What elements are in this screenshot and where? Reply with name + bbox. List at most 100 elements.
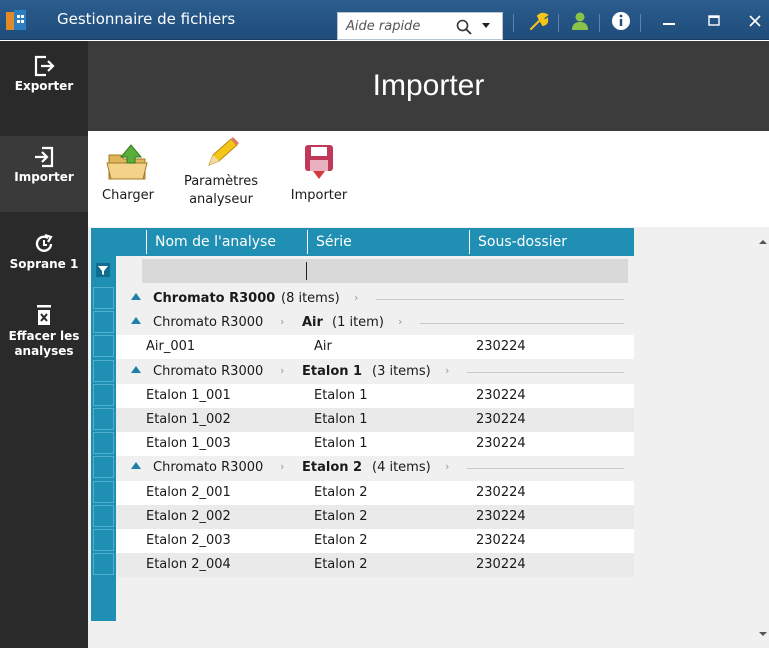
table-row[interactable]: Etalon 1_003 Etalon 1 230224 [116,432,634,456]
import-icon [35,146,54,168]
table-row[interactable]: Etalon 2_001 Etalon 2 230224 [116,481,634,505]
row-selector[interactable] [93,408,114,430]
table-row[interactable]: Etalon 1_002 Etalon 1 230224 [116,408,634,432]
user-icon[interactable] [569,10,591,32]
column-header-nom[interactable]: Nom de l'analyse [147,228,276,256]
cell-nom: Etalon 2_003 [146,533,231,548]
grid-header: Nom de l'analyse Série Sous-dossier [116,228,634,256]
table-row[interactable]: Etalon 2_004 Etalon 2 230224 [116,553,634,577]
row-selector[interactable] [93,481,114,503]
parametres-analyseur-button[interactable]: Paramètres analyseur [176,135,266,209]
close-icon[interactable] [744,10,766,32]
cell-serie: Etalon 1 [314,436,368,451]
cell-nom: Etalon 1_001 [146,388,231,403]
collapse-caret-icon[interactable] [131,317,141,324]
row-selector[interactable] [93,505,114,527]
group-chevron-icon: › [398,315,403,328]
nav-item-soprane-1[interactable]: Soprane 1 [0,231,88,291]
row-selector[interactable] [93,456,114,478]
breadcrumb-chevron-icon: › [280,315,285,328]
group-count: (1 item) [332,315,384,330]
cell-sous-dossier: 230224 [476,533,526,548]
charger-button[interactable]: Charger [96,143,160,205]
collapse-caret-icon[interactable] [131,293,141,300]
titlebar-separator [599,14,600,32]
row-selector[interactable] [93,360,114,382]
cell-sous-dossier: 230224 [476,509,526,524]
search-placeholder: Aide rapide [346,19,421,34]
parametres-label-line1: Paramètres [183,174,259,189]
row-selector[interactable] [93,287,114,309]
row-selector[interactable] [93,311,114,333]
group-divider-line [467,468,624,469]
titlebar-separator [640,14,641,32]
group-name: Air [302,315,323,330]
minimize-icon[interactable] [658,10,680,32]
settings-tool-icon[interactable] [528,10,550,32]
cell-sous-dossier: 230224 [476,485,526,500]
breadcrumb-chevron-icon: › [280,460,285,473]
column-header-serie[interactable]: Série [308,228,352,256]
row-selector[interactable] [93,529,114,551]
nav-item-importer[interactable]: Importer [0,136,88,212]
group-divider-line [376,299,624,300]
table-row[interactable]: Etalon 2_003 Etalon 2 230224 [116,529,634,553]
cell-sous-dossier: 230224 [476,436,526,451]
cell-sous-dossier: 230224 [476,412,526,427]
table-row[interactable]: Etalon 2_002 Etalon 2 230224 [116,505,634,529]
group-divider-line [467,372,624,373]
page-title: Importer [372,69,485,102]
group-row[interactable]: Chromato R3000 › Etalon 2 (4 items) › [116,456,634,480]
quick-help-search[interactable]: Aide rapide [337,12,503,40]
maximize-icon[interactable] [703,10,725,32]
nav-item-effacer-analyses[interactable]: Effacer les analyses [0,303,88,379]
cell-sous-dossier: 230224 [476,339,526,354]
app-logo-icon [6,10,26,30]
group-name: Etalon 1 [302,364,363,379]
importer-button[interactable]: Importer [284,143,354,205]
table-row[interactable]: Air_001 Air 230224 [116,335,634,359]
nav-item-exporter[interactable]: Exporter [0,53,88,123]
info-icon[interactable] [610,10,632,32]
cell-nom: Etalon 2_004 [146,557,231,572]
row-selector[interactable] [93,335,114,357]
search-dropdown-icon[interactable] [482,23,490,28]
row-selector[interactable] [93,432,114,454]
page-header: Importer [88,41,769,131]
refresh-icon [35,233,53,252]
cell-serie: Etalon 2 [314,557,368,572]
cell-serie: Etalon 2 [314,485,368,500]
pencil-icon [208,137,239,166]
filter-row[interactable] [142,259,628,283]
scroll-down-icon[interactable] [759,632,767,636]
row-selector[interactable] [93,384,114,406]
collapse-caret-icon[interactable] [131,366,141,373]
cell-serie: Etalon 1 [314,388,368,403]
cell-sous-dossier: 230224 [476,557,526,572]
group-path-label: Chromato R3000 [153,460,264,475]
scroll-up-icon[interactable] [759,240,767,244]
title-bar: Gestionnaire de fichiers Aide rapide [0,0,769,40]
search-icon[interactable] [456,19,472,35]
nav-label-exporter: Exporter [14,79,74,93]
group-row[interactable]: Chromato R3000 › Etalon 1 (3 items) › [116,360,634,384]
group-count: (3 items) [372,364,431,379]
export-icon [34,55,55,77]
group-row[interactable]: Chromato R3000 (8 items) › [116,287,634,311]
group-row[interactable]: Chromato R3000 › Air (1 item) › [116,311,634,335]
cell-serie: Air [314,339,332,354]
delete-icon [37,305,51,325]
group-chevron-icon: › [354,291,359,304]
group-count: (4 items) [372,460,431,475]
titlebar-separator [558,14,559,32]
toolbar: Charger Paramètres analyseur Importer [88,131,769,227]
nav-label-importer: Importer [14,170,74,184]
table-row[interactable]: Etalon 1_001 Etalon 1 230224 [116,384,634,408]
column-header-sous-dossier[interactable]: Sous-dossier [470,228,567,256]
row-selector[interactable] [93,553,114,575]
cell-serie: Etalon 1 [314,412,368,427]
filter-icon[interactable] [96,263,110,277]
collapse-caret-icon[interactable] [131,462,141,469]
group-path-label: Chromato R3000 [153,364,264,379]
group-divider-line [420,323,624,324]
